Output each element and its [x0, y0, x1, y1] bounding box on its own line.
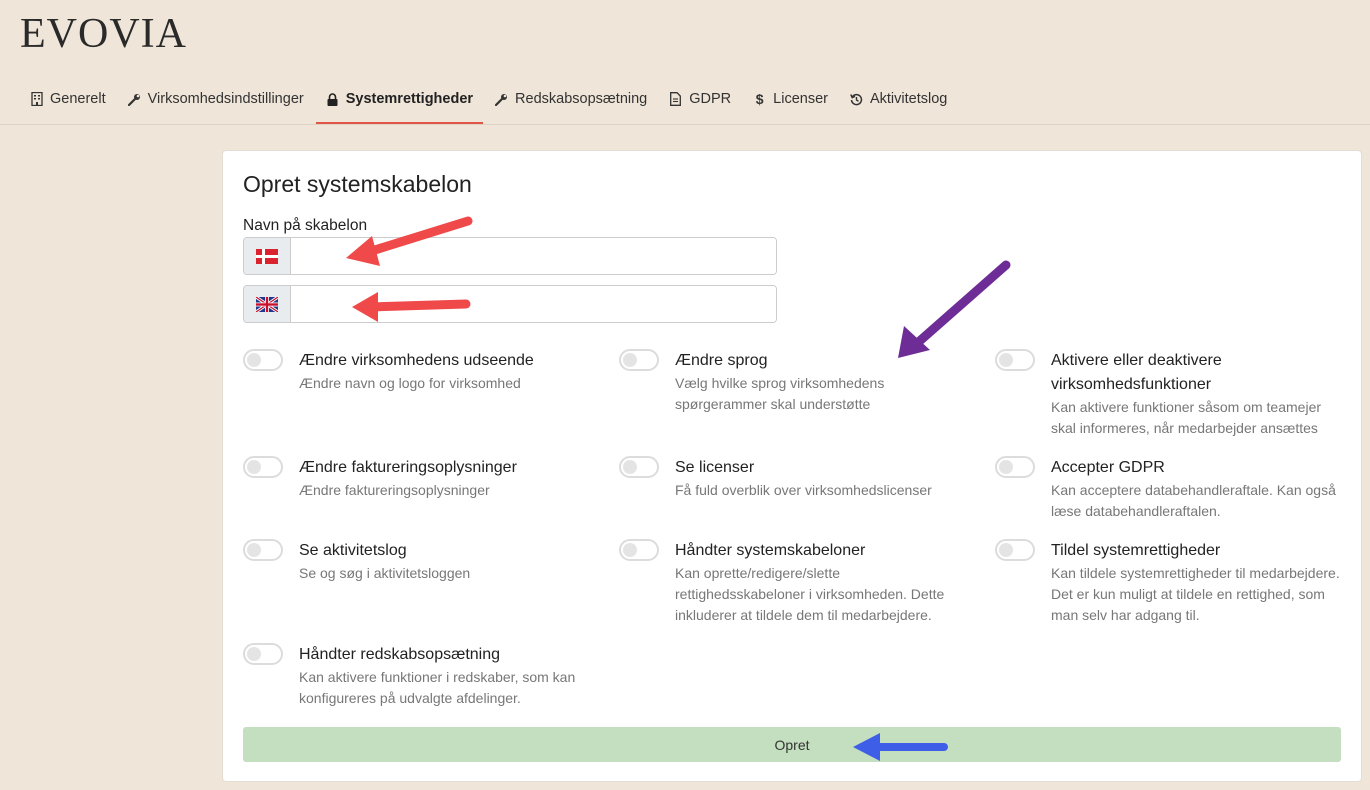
permission-title: Se licenser [675, 459, 755, 476]
permission-toggle[interactable] [995, 349, 1035, 371]
tab-generelt[interactable]: Generelt [20, 80, 116, 124]
uk-flag-icon [244, 286, 291, 322]
permission-title: Aktivere eller deaktivere virksomhedsfun… [1051, 352, 1222, 393]
permission-description: Kan tildele systemrettigheder til medarb… [1051, 565, 1340, 623]
permission-toggle[interactable] [619, 456, 659, 478]
permission-toggle[interactable] [995, 539, 1035, 561]
tab-virksomhedsindstillinger[interactable]: Virksomhedsindstillinger [118, 80, 314, 124]
permission-title: Ændre faktureringsoplysninger [299, 459, 517, 476]
header-divider [0, 124, 1370, 125]
permission-description: Kan aktivere funktioner såsom om teameje… [1051, 399, 1322, 436]
tab-label: Aktivitetslog [869, 91, 948, 107]
lock-icon [326, 92, 339, 106]
permission-title: Ændre virksomhedens udseende [299, 352, 534, 369]
template-name-label: Navn på skabelon [243, 217, 368, 234]
permission-title: Ændre sprog [675, 352, 768, 369]
tab-label: Generelt [50, 91, 106, 107]
permission-toggle[interactable] [243, 643, 283, 665]
permission-title: Se aktivitetslog [299, 542, 407, 559]
permission-description: Kan acceptere databehandleraftale. Kan o… [1051, 482, 1336, 519]
permission-description: Se og søg i aktivitetsloggen [299, 565, 471, 581]
tab-aktivitetslog[interactable]: Aktivitetslog [840, 80, 957, 124]
tab-systemrettigheder[interactable]: Systemrettigheder [315, 80, 484, 124]
danish-flag-icon [244, 238, 291, 274]
template-name-da-input[interactable] [291, 238, 776, 274]
tab-licenser[interactable]: $ Licenser [743, 80, 838, 124]
create-button[interactable]: Opret [243, 727, 1341, 762]
permission-toggle[interactable] [619, 539, 659, 561]
tab-gdpr[interactable]: GDPR [659, 80, 741, 124]
permission-toggle[interactable] [619, 349, 659, 371]
wrench-icon [127, 93, 141, 106]
permission-description: Kan aktivere funktioner i redskaber, som… [299, 669, 576, 706]
permission-description: Kan oprette/redigere/slette rettighedssk… [675, 565, 945, 623]
permission-title: Tildel systemrettigheder [1051, 542, 1221, 559]
dollar-icon: $ [755, 91, 764, 107]
tab-label: GDPR [689, 91, 732, 107]
template-name-da-group [243, 237, 777, 275]
template-name-en-group [243, 285, 777, 323]
permission-toggle[interactable] [243, 349, 283, 371]
permission-toggle[interactable] [243, 456, 283, 478]
permission-title: Accepter GDPR [1051, 459, 1165, 476]
template-name-en-input[interactable] [291, 286, 776, 322]
permission-title: Håndter redskabsopsætning [299, 646, 501, 663]
tab-label: Redskabsopsætning [515, 91, 648, 107]
settings-tabs: Generelt Virksomhedsindstillinger System… [20, 80, 959, 125]
history-icon [850, 93, 863, 106]
permission-description: Ændre faktureringsoplysninger [299, 482, 490, 498]
permission-toggle[interactable] [995, 456, 1035, 478]
document-icon [669, 92, 682, 106]
permission-toggle[interactable] [243, 539, 283, 561]
tab-label: Licenser [773, 91, 828, 107]
permission-title: Håndter systemskabeloner [675, 542, 866, 559]
app-logo: EVOVIA [20, 11, 187, 57]
permission-description: Vælg hvilke sprog virksomhedens spørgera… [675, 375, 885, 412]
page-title: Opret systemskabelon [243, 171, 472, 197]
permission-description: Ændre navn og logo for virksomhed [299, 375, 521, 391]
wrench-icon [495, 93, 508, 106]
building-icon [30, 92, 43, 106]
create-template-card: Opret systemskabelon Navn på skabelon Æn… [222, 150, 1362, 782]
tab-label: Systemrettigheder [345, 91, 474, 107]
permission-description: Få fuld overblik over virksomhedslicense… [675, 482, 932, 498]
tab-label: Virksomhedsindstillinger [147, 91, 304, 107]
tab-redskabsopsaetning[interactable]: Redskabsopsætning [485, 80, 657, 124]
